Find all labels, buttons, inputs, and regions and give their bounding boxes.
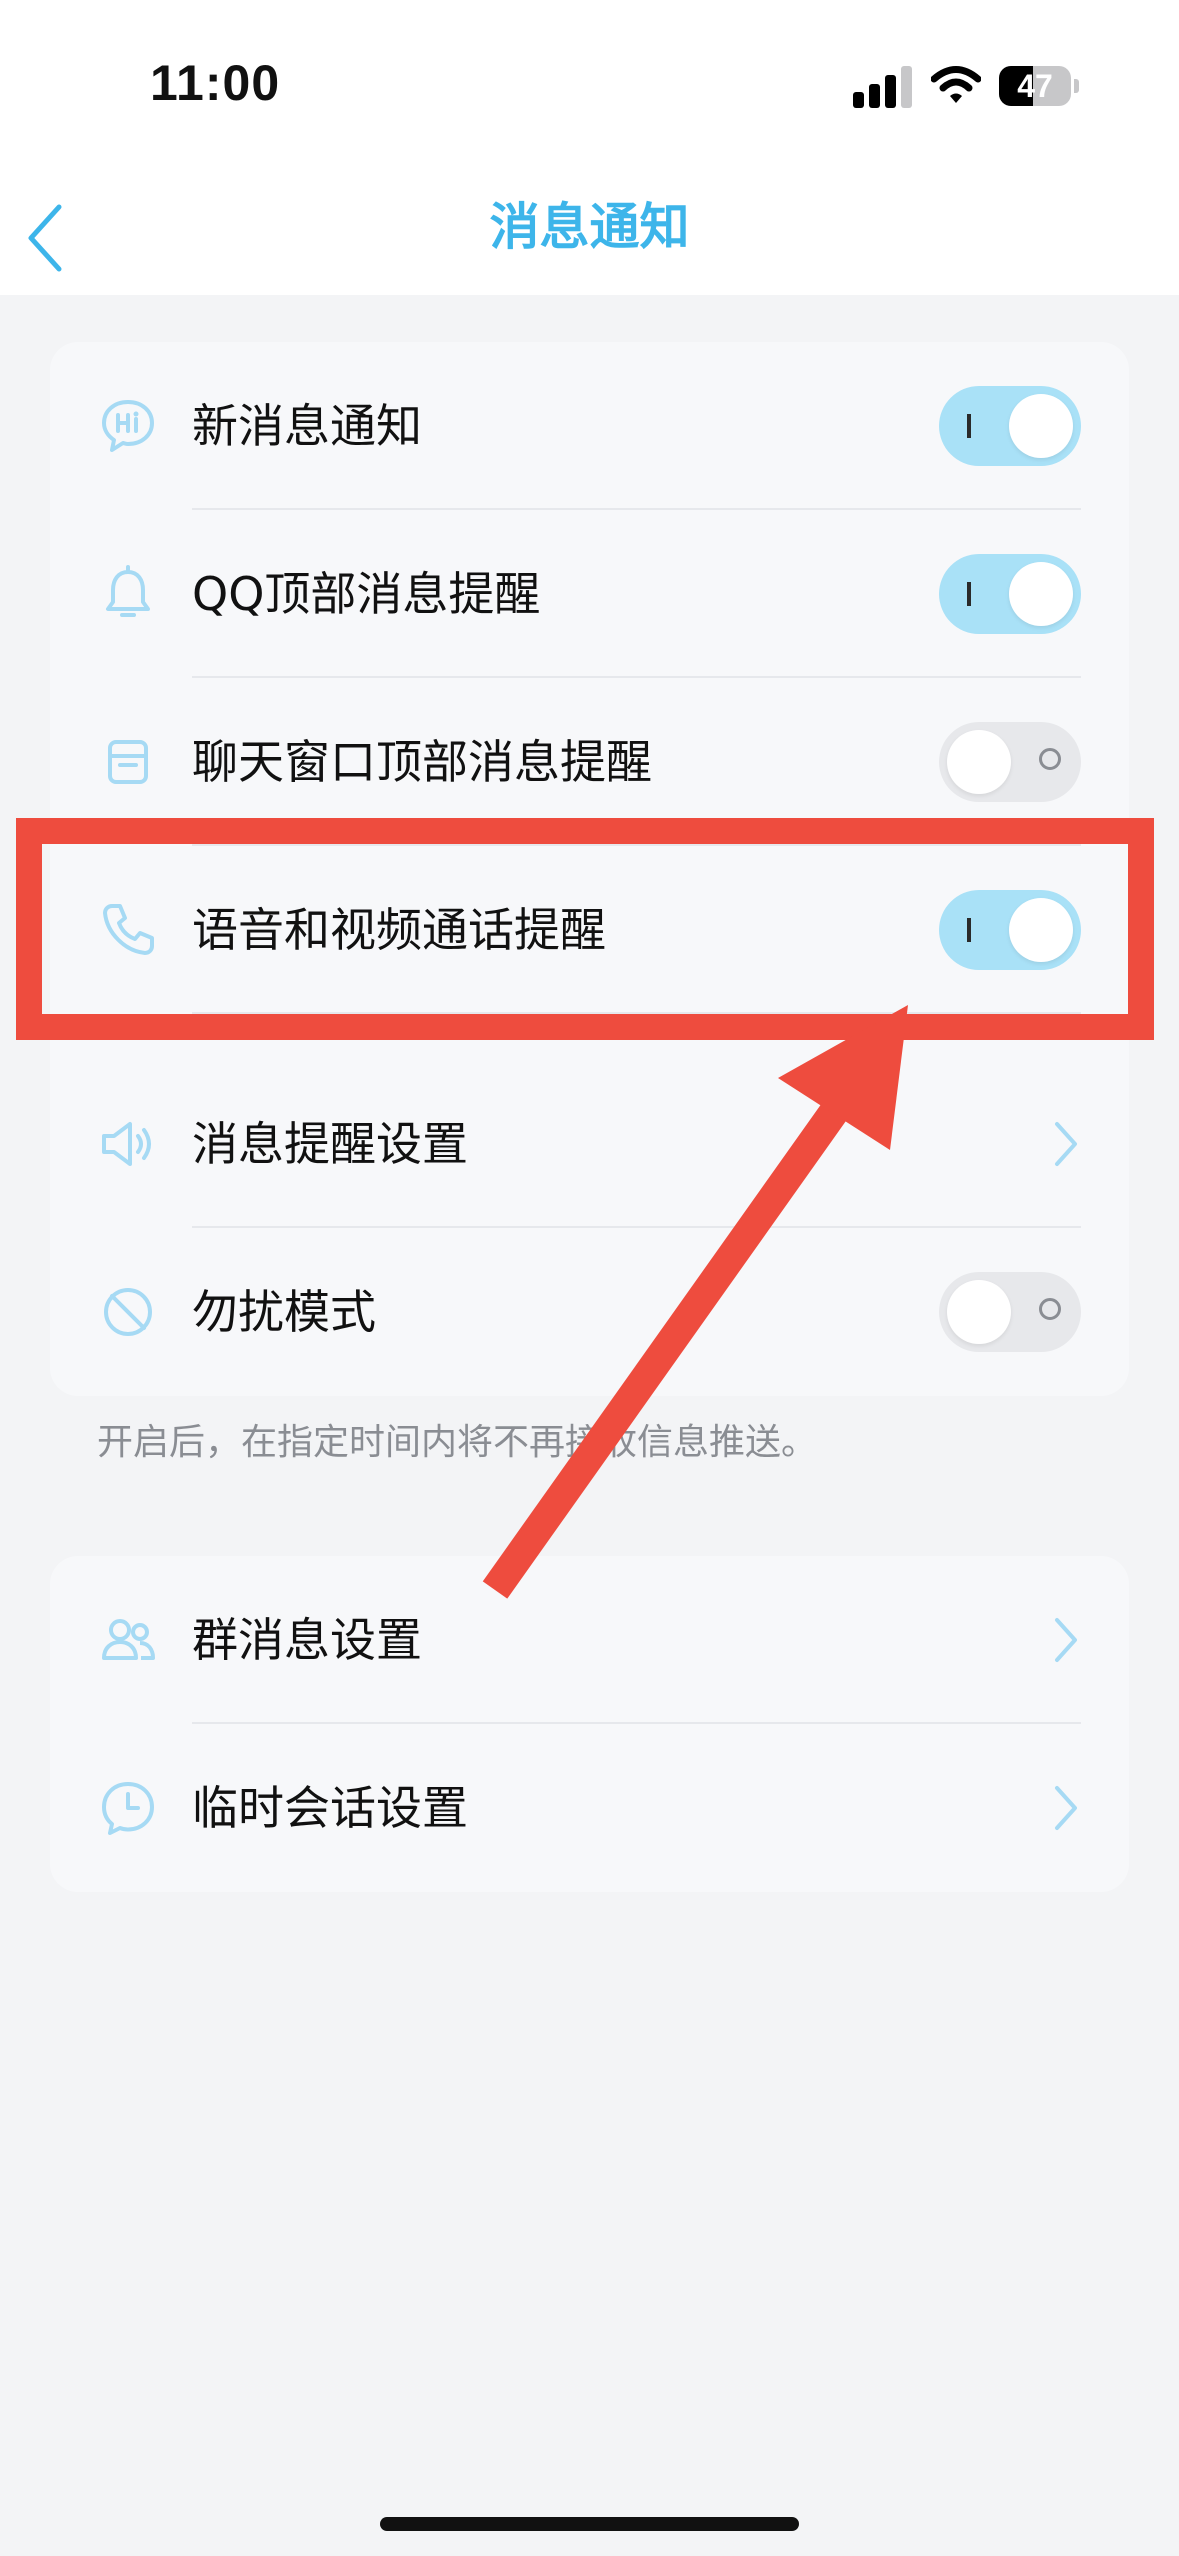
row-label: 勿扰模式 — [192, 1285, 376, 1339]
speaker-icon — [102, 1122, 151, 1166]
chevron-right-icon — [1055, 1618, 1077, 1662]
page-title: 消息通知 — [489, 198, 690, 256]
group-icon — [102, 1619, 155, 1660]
do-not-disturb-caption: 开启后，在指定时间内将不再接收信息推送。 — [97, 1422, 818, 1463]
chevron-left-icon — [28, 204, 62, 271]
battery-icon: 47 — [999, 66, 1079, 106]
row-label: 消息提醒设置 — [192, 1117, 468, 1171]
status-icons: 47 — [853, 64, 1079, 108]
row-do-not-disturb[interactable]: 勿扰模式 — [50, 1228, 1129, 1396]
new-message-toggle[interactable] — [939, 386, 1081, 466]
status-time: 11:00 — [150, 55, 281, 111]
row-label: 新消息通知 — [192, 399, 422, 453]
window-icon — [108, 740, 148, 784]
back-button[interactable] — [10, 190, 80, 285]
chat-settings-card: 群消息设置 临时会话设置 — [50, 1556, 1129, 1892]
cellular-signal-icon — [853, 64, 913, 108]
do-not-disturb-icon — [104, 1288, 152, 1336]
annotation-highlight-box — [16, 818, 1154, 1040]
row-label: 群消息设置 — [192, 1613, 422, 1667]
row-qq-top-alert[interactable]: QQ顶部消息提醒 — [50, 510, 1129, 678]
row-group-message-settings[interactable]: 群消息设置 — [50, 1556, 1129, 1724]
row-label: 临时会话设置 — [192, 1781, 468, 1835]
chevron-right-icon — [1055, 1786, 1077, 1830]
row-label: QQ顶部消息提醒 — [192, 567, 541, 621]
status-bar: 11:00 47 — [0, 0, 1179, 180]
bell-icon — [106, 565, 150, 617]
battery-percentage: 47 — [1017, 68, 1053, 104]
chevron-right-icon — [1055, 1122, 1077, 1166]
wifi-icon — [931, 66, 981, 103]
home-indicator — [380, 2517, 799, 2531]
qq-top-alert-toggle[interactable] — [939, 554, 1081, 634]
hi-bubble-icon — [102, 400, 154, 452]
clock-bubble-icon — [102, 1782, 154, 1835]
nav-bar: 消息通知 — [0, 180, 1179, 295]
do-not-disturb-toggle[interactable] — [939, 1272, 1081, 1352]
row-new-message-notify[interactable]: 新消息通知 — [50, 342, 1129, 510]
row-temp-chat-settings[interactable]: 临时会话设置 — [50, 1724, 1129, 1892]
row-message-alert-settings[interactable]: 消息提醒设置 — [50, 1060, 1129, 1228]
chat-window-alert-toggle[interactable] — [939, 722, 1081, 802]
